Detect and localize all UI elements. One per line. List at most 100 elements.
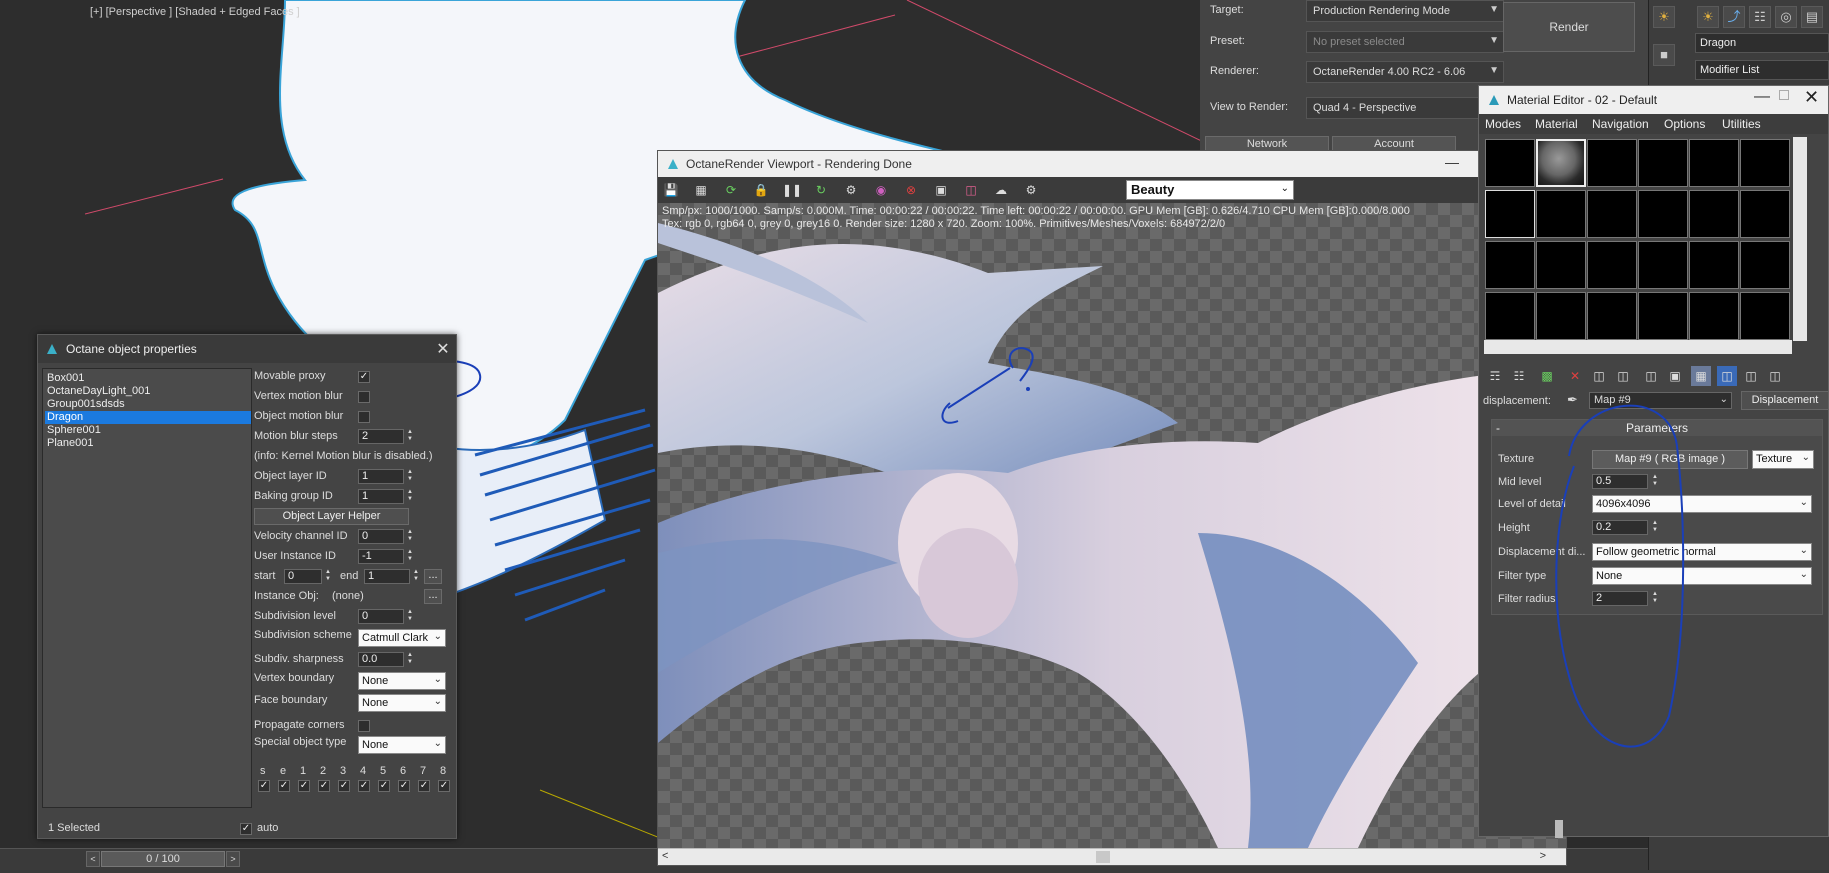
flag-checkbox[interactable]: ✓ (418, 780, 430, 792)
material-slot[interactable] (1638, 292, 1688, 340)
spinner-icon[interactable]: ▲ ▼ (406, 652, 414, 667)
vertex-motion-blur-checkbox[interactable] (358, 391, 370, 403)
list-item[interactable]: OctaneDayLight_001 (45, 385, 251, 398)
assign-material-icon[interactable]: ▩ (1537, 366, 1557, 386)
modify-icon[interactable]: ⤴ (1723, 6, 1745, 28)
settings-icon[interactable]: ⚙ (1022, 181, 1040, 199)
put-to-scene-icon[interactable]: ☷ (1509, 366, 1529, 386)
material-slot[interactable] (1689, 190, 1739, 238)
slots-vertical-scrollbar[interactable] (1793, 137, 1807, 341)
time-slider[interactable]: 0 / 100 (101, 851, 225, 867)
window-titlebar[interactable]: Material Editor - 02 - Default — ✕ (1479, 86, 1828, 114)
go-to-parent-icon[interactable]: ◫ (1741, 366, 1761, 386)
material-id-icon[interactable]: ▣ (1665, 366, 1685, 386)
render-preset-select[interactable]: No preset selected ▼ (1306, 31, 1504, 53)
material-slot[interactable] (1485, 139, 1535, 187)
propagate-corners-checkbox[interactable] (358, 720, 370, 732)
copy-material-icon[interactable]: ◫ (1589, 366, 1609, 386)
close-icon[interactable]: ✕ (1804, 87, 1819, 108)
flag-checkbox[interactable]: ✓ (258, 780, 270, 792)
flag-checkbox[interactable]: ✓ (358, 780, 370, 792)
material-slot[interactable] (1740, 241, 1790, 289)
maximize-icon[interactable] (1779, 90, 1789, 100)
save-image-icon[interactable]: 💾 (662, 181, 680, 199)
material-slot-active[interactable] (1536, 139, 1586, 187)
material-slot[interactable] (1638, 241, 1688, 289)
menu-navigation[interactable]: Navigation (1592, 117, 1649, 131)
flag-checkbox[interactable]: ✓ (438, 780, 450, 792)
menu-modes[interactable]: Modes (1485, 117, 1521, 131)
vertex-boundary-select[interactable]: None ⌄ (358, 672, 446, 690)
list-item[interactable]: Sphere001 (45, 424, 251, 437)
show-map-icon[interactable]: ▦ (1691, 366, 1711, 386)
user-instance-id-input[interactable]: -1 (358, 549, 404, 564)
subdivision-scheme-select[interactable]: Catmull Clark ⌄ (358, 629, 446, 647)
time-prev-button[interactable]: < (86, 851, 100, 867)
material-slot[interactable] (1740, 139, 1790, 187)
spinner-icon[interactable]: ▲ ▼ (406, 529, 414, 544)
material-slot[interactable] (1485, 292, 1535, 340)
close-icon[interactable]: ✕ (435, 339, 451, 358)
material-slot[interactable] (1638, 190, 1688, 238)
flag-checkbox[interactable]: ✓ (398, 780, 410, 792)
material-slot[interactable] (1689, 292, 1739, 340)
material-slot[interactable] (1740, 292, 1790, 340)
flag-checkbox[interactable]: ✓ (338, 780, 350, 792)
window-titlebar[interactable]: Octane object properties ✕ (38, 335, 456, 363)
focus-picker-icon[interactable]: ⚙ (842, 181, 860, 199)
show-end-result-icon[interactable]: ◫ (1717, 366, 1737, 386)
object-list[interactable]: Box001 OctaneDayLight_001 Group001sdsds … (42, 368, 252, 808)
slots-horizontal-scrollbar[interactable] (1484, 340, 1792, 354)
flag-checkbox[interactable]: ✓ (318, 780, 330, 792)
sun-icon[interactable]: ☀ (1697, 6, 1719, 28)
spinner-icon[interactable]: ▲ ▼ (406, 549, 414, 564)
menu-material[interactable]: Material (1535, 117, 1578, 131)
render-target-select[interactable]: Production Rendering Mode ▼ (1306, 0, 1504, 22)
horizontal-scrollbar[interactable]: < > (658, 848, 1566, 865)
spinner-icon[interactable]: ▲ ▼ (412, 569, 420, 584)
delete-icon[interactable]: ✕ (1565, 366, 1585, 386)
viewport-label[interactable]: [+] [Perspective ] [Shaded + Edged Faces… (90, 6, 300, 18)
spinner-icon[interactable]: ▲ ▼ (406, 429, 414, 444)
film-region-icon[interactable]: ▣ (932, 181, 950, 199)
scroll-thumb[interactable] (1096, 851, 1110, 863)
hierarchy-icon[interactable]: ☷ (1749, 6, 1771, 28)
lock-icon[interactable]: 🔒 (752, 181, 770, 199)
modifier-list[interactable]: Modifier List (1695, 60, 1829, 80)
material-slot[interactable] (1485, 190, 1535, 238)
cloud-icon[interactable]: ☁ (992, 181, 1010, 199)
spinner-icon[interactable]: ▲ ▼ (324, 569, 332, 584)
motion-icon[interactable]: ◎ (1775, 6, 1797, 28)
material-slot[interactable] (1587, 241, 1637, 289)
renderer-select[interactable]: OctaneRender 4.00 RC2 - 6.06 ▼ (1306, 61, 1504, 83)
minimize-icon[interactable]: — (1754, 88, 1770, 106)
object-layer-id-input[interactable]: 1 (358, 469, 404, 484)
material-slot[interactable] (1587, 292, 1637, 340)
object-motion-blur-checkbox[interactable] (358, 411, 370, 423)
scroll-left-icon[interactable]: < (662, 850, 668, 862)
list-item[interactable]: Group001sdsds (45, 398, 251, 411)
menu-options[interactable]: Options (1664, 117, 1705, 131)
texture-type-select[interactable]: Texture ⌄ (1752, 450, 1814, 469)
color-swatch-icon[interactable]: ■ (1653, 44, 1675, 66)
face-boundary-select[interactable]: None ⌄ (358, 694, 446, 712)
get-material-icon[interactable]: ☶ (1485, 366, 1505, 386)
flag-checkbox[interactable]: ✓ (278, 780, 290, 792)
editor-scroll-thumb[interactable] (1555, 820, 1563, 838)
material-slot[interactable] (1689, 241, 1739, 289)
velocity-channel-id-input[interactable]: 0 (358, 529, 404, 544)
list-item[interactable]: Plane001 (45, 437, 251, 450)
collapse-icon[interactable]: - (1496, 420, 1500, 436)
render-canvas[interactable] (658, 203, 1566, 848)
put-to-library-icon[interactable]: ◫ (1641, 366, 1661, 386)
create-icon[interactable]: ☀ (1653, 6, 1675, 28)
spinner-icon[interactable]: ▲ ▼ (406, 469, 414, 484)
flag-checkbox[interactable]: ✓ (298, 780, 310, 792)
material-picker-icon[interactable]: ◉ (872, 181, 890, 199)
material-slot[interactable] (1536, 241, 1586, 289)
spinner-icon[interactable]: ▲ ▼ (406, 489, 414, 504)
material-slot[interactable] (1638, 139, 1688, 187)
spinner-icon[interactable]: ▲ ▼ (406, 609, 414, 624)
minimize-icon[interactable]: — (1445, 154, 1459, 170)
baking-group-id-input[interactable]: 1 (358, 489, 404, 504)
